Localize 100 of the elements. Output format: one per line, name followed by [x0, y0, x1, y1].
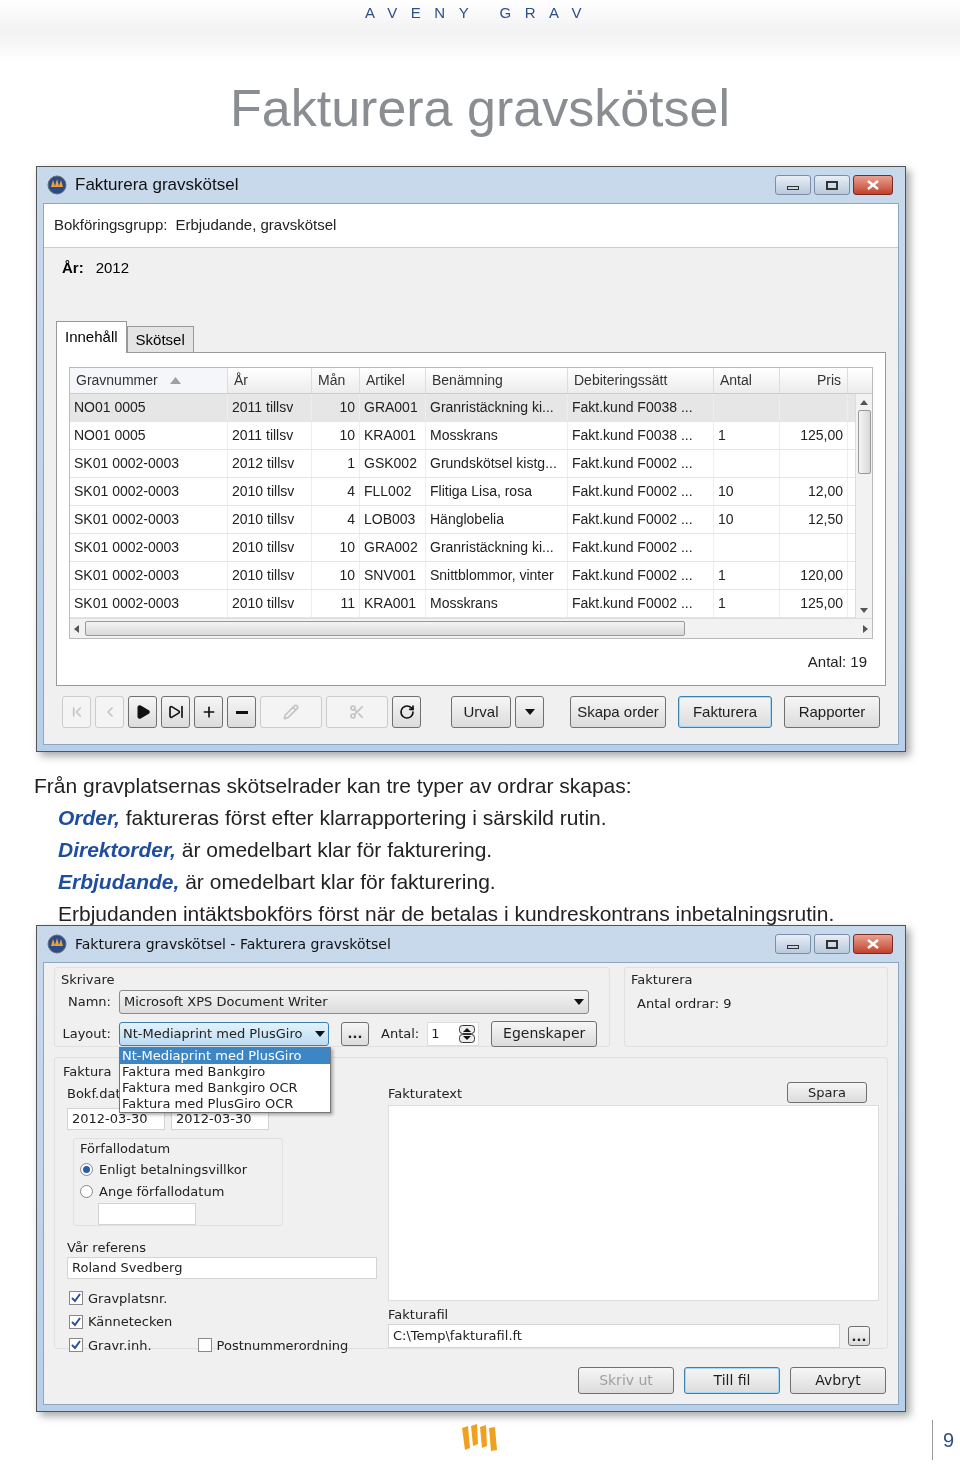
checkbox[interactable]	[69, 1338, 83, 1353]
scroll-down-icon[interactable]	[860, 607, 868, 613]
table-row[interactable]: SK01 0002-0003 2010 tillsv 10 SNV001 Snittblommor, vinter Fakt.kund F0002 ... 1 120,00	[70, 562, 855, 590]
refresh-icon	[398, 704, 415, 720]
intro-text: Från gravplatsernas skötselrader kan tre typer av ordrar skapas:	[34, 773, 633, 799]
table-cell-text: 2010 tillsv	[232, 482, 295, 501]
tab[interactable]: Skötsel	[126, 326, 194, 352]
dropdown-option[interactable]: Nt-Mediaprint med PlusGiro	[120, 1047, 330, 1064]
action-button[interactable]: Rapporter	[784, 696, 880, 728]
caret-icon	[315, 1030, 325, 1037]
field-label: Fakturatext	[388, 1084, 463, 1103]
table-cell-text: 1	[718, 594, 726, 613]
browse-button[interactable]: ...	[341, 1021, 369, 1046]
toolbar-button[interactable]	[194, 696, 223, 728]
spinner-arrows-icon	[459, 1024, 476, 1043]
group-legend: Skrivare	[61, 970, 115, 990]
column-header[interactable]: Debiteringssätt	[568, 368, 714, 393]
scroll-left-icon[interactable]	[74, 624, 79, 633]
reference-field[interactable]: Roland Svedberg	[67, 1257, 377, 1279]
tab[interactable]: Innehåll	[56, 321, 127, 353]
order-type-text: Order, faktureras först efter klarrapportering i särskild rutin.	[57, 805, 608, 831]
layout-select[interactable]: Nt-Mediaprint med PlusGiro	[119, 1021, 329, 1046]
vertical-scrollbar[interactable]	[855, 394, 872, 618]
app-logo-icon	[47, 175, 67, 195]
table-row[interactable]: SK01 0002-0003 2010 tillsv 4 FLL002 Flitiga Lisa, rosa Fakt.kund F0002 ... 10 12,00	[70, 478, 855, 506]
action-button[interactable]: Skapa order	[570, 696, 666, 728]
column-header[interactable]: Benämning	[426, 368, 568, 393]
close-button[interactable]	[853, 175, 893, 195]
scroll-thumb[interactable]	[85, 621, 685, 636]
field-label: Layout:	[61, 1024, 111, 1043]
file-field[interactable]: C:\Temp\fakturafil.ft	[388, 1324, 840, 1348]
toolbar-button[interactable]	[227, 696, 256, 728]
brand-name: AVENY GRAV	[364, 3, 595, 23]
table-cell-text: Fakt.kund F0002 ...	[572, 510, 693, 529]
toolbar-button[interactable]	[392, 696, 421, 728]
table-cell-text: SK01 0002-0003	[74, 594, 180, 613]
properties-button[interactable]: Egenskaper	[491, 1020, 598, 1047]
filter-button[interactable]: Urval	[451, 696, 511, 728]
close-button[interactable]	[853, 934, 893, 954]
table-row[interactable]: NO01 0005 2011 tillsv 10 GRA001 Granristäckning ki... Fakt.kund F0038 ...	[70, 394, 855, 422]
dialog-button[interactable]: Avbryt	[790, 1367, 886, 1394]
table-row[interactable]: SK01 0002-0003 2010 tillsv 4 LOB003 Hänglobelia Fakt.kund F0002 ... 10 12,50	[70, 506, 855, 534]
column-header[interactable]: Gravnummer	[70, 368, 228, 393]
table-cell-text: 2010 tillsv	[232, 566, 295, 585]
table-cell-text: 12,50	[807, 510, 843, 529]
table-cell-text: 11	[340, 594, 355, 613]
horizontal-scrollbar[interactable]	[70, 618, 872, 638]
table-cell-text: 10	[718, 510, 734, 529]
minimize-button[interactable]	[775, 934, 811, 954]
table-cell-text: NO01 0005	[74, 398, 146, 417]
page-number: 9	[942, 1428, 954, 1453]
table-cell-text: 4	[347, 510, 355, 529]
year-label: År:	[62, 257, 84, 278]
column-header[interactable]: Mån	[312, 368, 360, 393]
table-row[interactable]: SK01 0002-0003 2010 tillsv 10 GRA002 Granristäckning ki... Fakt.kund F0002 ...	[70, 534, 855, 562]
column-header[interactable]: Artikel	[360, 368, 426, 393]
field-label: Antal:	[381, 1024, 420, 1043]
table-cell-text: Snittblommor, vinter	[430, 566, 554, 585]
order-type-text: Direktorder, är omedelbart klar för fakturering.	[57, 837, 494, 863]
checkbox[interactable]	[69, 1291, 83, 1306]
order-type-text: Erbjudande, är omedelbart klar för fakturering.	[57, 869, 497, 895]
radio-button[interactable]	[80, 1163, 93, 1176]
minimize-button[interactable]	[775, 175, 811, 195]
table-row[interactable]: SK01 0002-0003 2010 tillsv 11 KRA001 Mosskrans Fakt.kund F0002 ... 1 125,00	[70, 590, 855, 618]
maximize-button[interactable]	[814, 175, 850, 195]
toolbar-button[interactable]	[161, 696, 190, 728]
save-button[interactable]: Spara	[787, 1082, 867, 1103]
dialog-button[interactable]: Till fil	[684, 1367, 780, 1394]
browse-button[interactable]: ...	[848, 1326, 870, 1346]
sort-ascending-icon	[169, 377, 181, 384]
table-cell-text: Fakt.kund F0038 ...	[572, 398, 693, 417]
column-header[interactable]: Antal	[714, 368, 780, 393]
dropdown-button[interactable]	[515, 696, 544, 728]
table-cell-text: GRA001	[364, 398, 418, 417]
table-cell-text: 125,00	[800, 426, 843, 445]
toolbar-button[interactable]	[128, 696, 157, 728]
action-button[interactable]: Fakturera	[678, 696, 772, 728]
maximize-button[interactable]	[814, 934, 850, 954]
scroll-right-icon[interactable]	[863, 624, 868, 633]
checkbox[interactable]	[197, 1338, 212, 1353]
dropdown-option[interactable]: Faktura med Bankgiro	[120, 1063, 330, 1080]
window-title: Fakturera gravskötsel - Fakturera gravskötsel	[75, 934, 391, 954]
table-cell-text: GSK002	[364, 454, 417, 473]
scroll-thumb[interactable]	[857, 410, 871, 474]
printer-select[interactable]: Microsoft XPS Document Writer	[119, 989, 589, 1014]
column-header[interactable]: Pris	[780, 368, 848, 393]
table-cell-text: 4	[347, 482, 355, 501]
due-date-field[interactable]	[98, 1202, 196, 1225]
dropdown-option[interactable]: Faktura med Bankgiro OCR	[120, 1079, 330, 1096]
table-cell-text: Fakt.kund F0002 ...	[572, 594, 693, 613]
table-cell-text: 2010 tillsv	[232, 594, 295, 613]
checkbox-label: Postnummerordning	[216, 1336, 349, 1355]
scroll-up-icon[interactable]	[860, 399, 868, 405]
radio-button[interactable]	[80, 1185, 93, 1198]
column-header[interactable]: År	[228, 368, 312, 393]
table-row[interactable]: SK01 0002-0003 2012 tillsv 1 GSK002 Grundskötsel kistg... Fakt.kund F0002 ...	[70, 450, 855, 478]
checkbox[interactable]	[69, 1314, 83, 1329]
copies-spinner[interactable]: 1	[427, 1021, 480, 1046]
table-row[interactable]: NO01 0005 2011 tillsv 10 KRA001 Mosskrans Fakt.kund F0038 ... 1 125,00	[70, 422, 855, 450]
table-cell-text: Hänglobelia	[430, 510, 504, 529]
